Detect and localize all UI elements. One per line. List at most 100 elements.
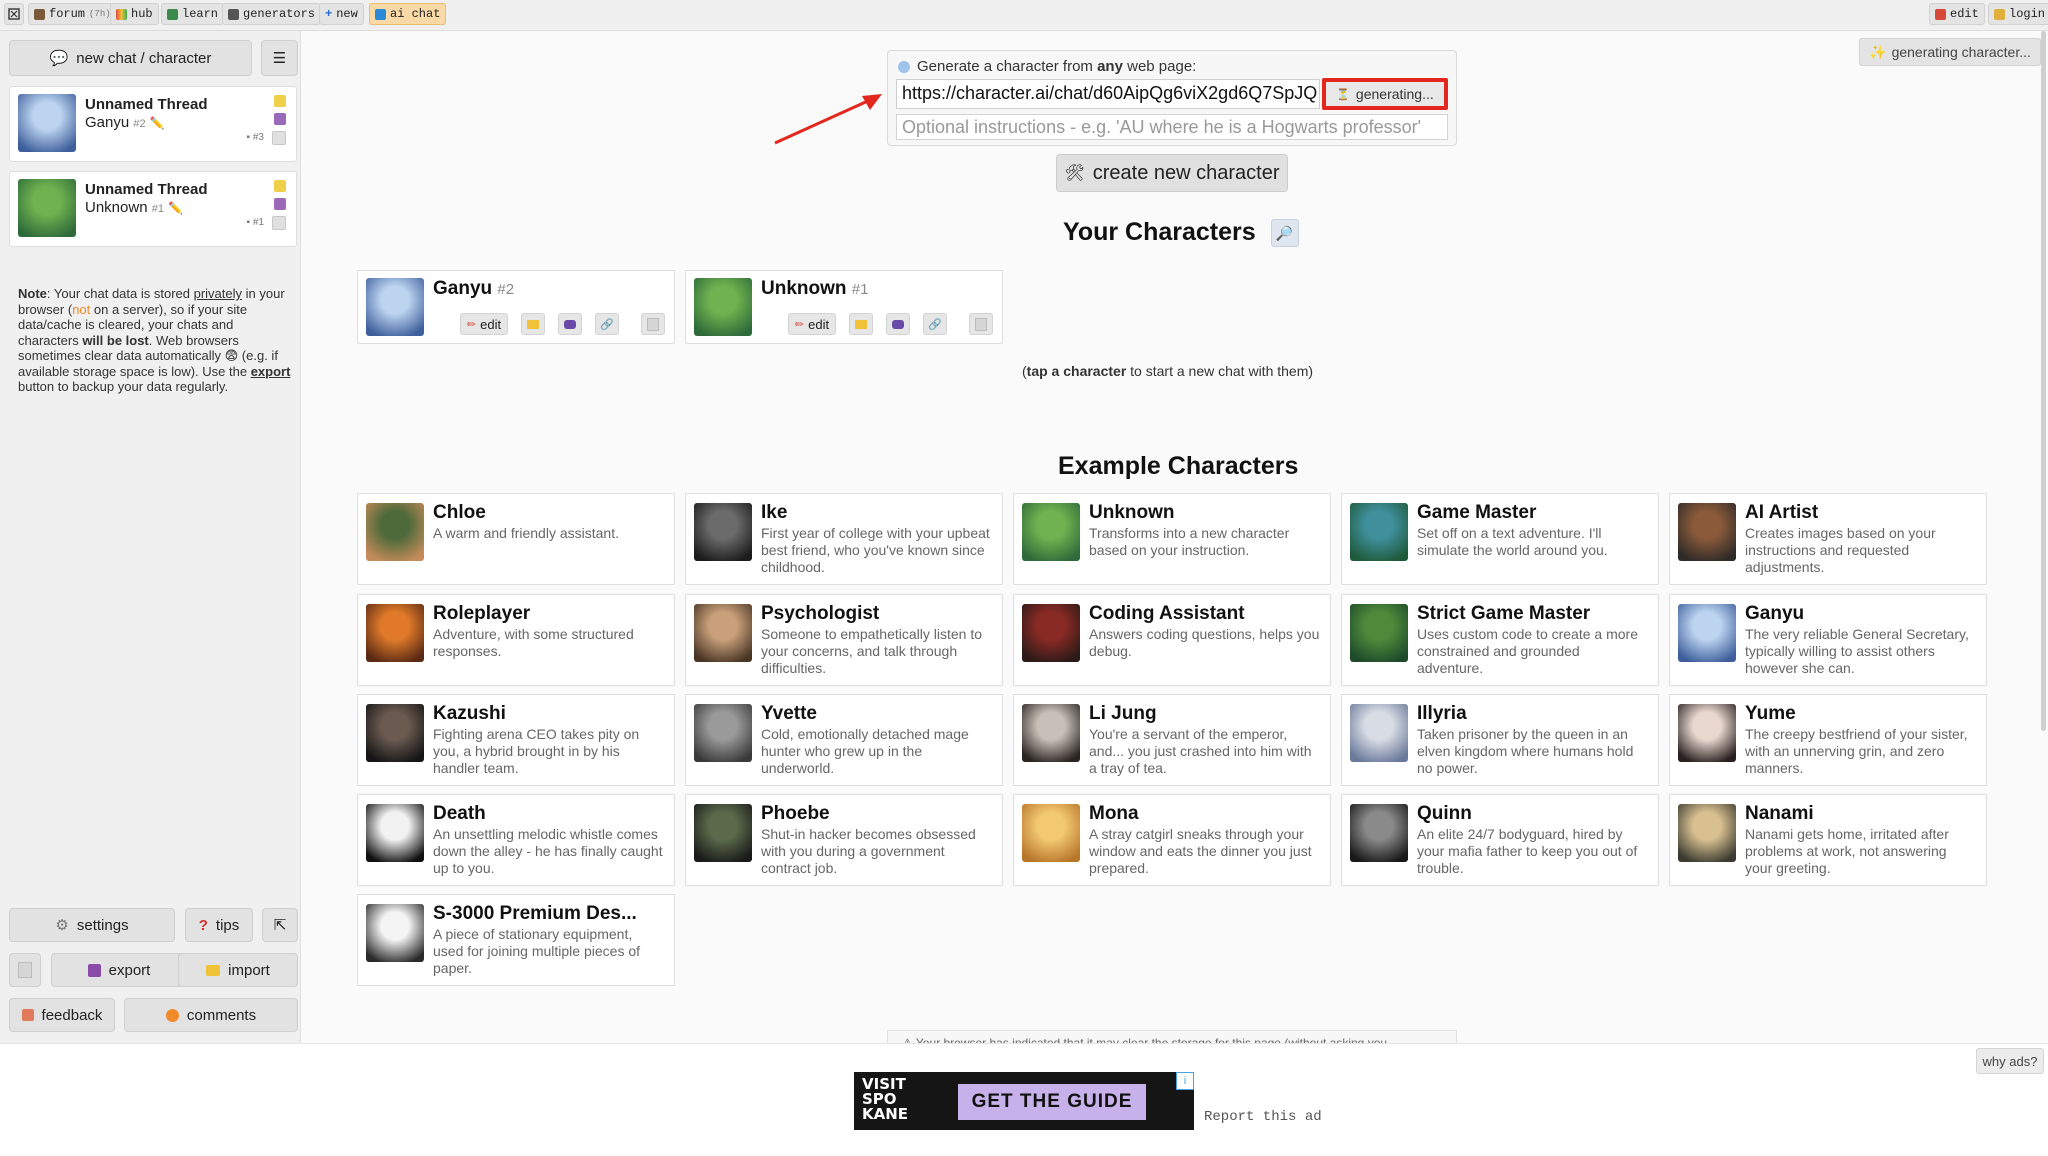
why-ads-button[interactable]: why ads? — [1976, 1048, 2044, 1074]
message-icon: ▪ — [246, 132, 251, 143]
trash-icon — [18, 962, 32, 978]
example-character-card[interactable]: Game Master Set off on a text adventure. … — [1341, 493, 1659, 585]
delete-icon[interactable] — [272, 131, 286, 145]
example-character-card[interactable]: S-3000 Premium Des... A piece of stationa… — [357, 894, 675, 986]
floppy-icon — [87, 963, 101, 977]
example-character-card[interactable]: Kazushi Fighting arena CEO takes pity on … — [357, 694, 675, 786]
example-character-card[interactable]: Death An unsettling melodic whistle comes… — [357, 794, 675, 886]
avatar — [366, 604, 424, 662]
avatar — [1022, 704, 1080, 762]
nav-generators[interactable]: generators — [222, 3, 322, 25]
example-character-card[interactable]: Roleplayer Adventure, with some structure… — [357, 594, 675, 686]
feedback-icon — [21, 1009, 34, 1021]
character-description: A stray catgirl sneaks through your wind… — [1089, 826, 1312, 876]
export-link[interactable]: export — [251, 364, 291, 379]
nav-login[interactable]: login — [1988, 3, 2048, 25]
trash-button[interactable] — [9, 953, 41, 987]
thread-item[interactable]: Unnamed Thread Unknown #1 ✏️ ▪ #1 — [9, 171, 297, 247]
avatar — [366, 503, 424, 561]
nav-ai-chat[interactable]: ai chat — [369, 3, 447, 25]
scrollbar-thumb[interactable] — [2041, 31, 2046, 731]
comments-button[interactable]: comments — [124, 998, 298, 1032]
tips-button[interactable]: ? tips — [185, 908, 253, 942]
save-icon[interactable] — [274, 198, 286, 210]
export-button[interactable]: export — [51, 953, 187, 987]
folder-button[interactable] — [849, 313, 873, 335]
share-button[interactable] — [558, 313, 582, 335]
character-card[interactable]: Unknown #1 ✏ edit 🔗 — [685, 270, 1003, 344]
report-ad-link[interactable]: Report this ad — [1204, 1109, 1322, 1125]
search-icon[interactable]: 🔎 — [1270, 219, 1299, 248]
pencil-icon[interactable]: ✏️ — [168, 201, 183, 215]
example-character-card[interactable]: Strict Game Master Uses custom code to cr… — [1341, 594, 1659, 686]
character-card[interactable]: Ganyu #2 ✏ edit 🔗 — [357, 270, 675, 344]
nav-hub[interactable]: hub — [110, 3, 159, 25]
thread-item[interactable]: Unnamed Thread Ganyu #2 ✏️ ▪ #3 — [9, 86, 297, 162]
ad-cta-button[interactable]: GET THE GUIDE — [958, 1084, 1146, 1120]
delete-icon[interactable] — [272, 216, 286, 230]
avatar — [1350, 804, 1408, 862]
character-name: AI Artist — [1745, 502, 1819, 523]
example-character-card[interactable]: Li Jung You're a servant of the emperor, … — [1013, 694, 1331, 786]
create-new-character-button[interactable]: 🛠 create new character — [1056, 154, 1288, 192]
folder-button[interactable] — [521, 313, 545, 335]
delete-button[interactable] — [969, 313, 993, 335]
new-chat-button[interactable]: 💬 new chat / character — [9, 40, 252, 76]
example-character-card[interactable]: Mona A stray catgirl sneaks through your … — [1013, 794, 1331, 886]
nav-forum[interactable]: forum (7h) — [28, 3, 117, 25]
pencil-icon[interactable]: ✏️ — [150, 116, 165, 130]
character-name: Roleplayer — [433, 603, 531, 624]
folder-icon — [206, 964, 221, 976]
example-character-card[interactable]: Unknown Transforms into a new character b… — [1013, 493, 1331, 585]
share-button[interactable] — [886, 313, 910, 335]
generating-button[interactable]: ⏳ generating... — [1322, 78, 1448, 110]
example-character-card[interactable]: Ike First year of college with your upbea… — [685, 493, 1003, 585]
settings-button[interactable]: ⚙ settings — [9, 908, 175, 942]
edit-button[interactable]: ✏ edit — [460, 313, 508, 335]
storage-warning-banner: ⚠ Your browser has indicated that it may… — [887, 1030, 1457, 1044]
example-character-card[interactable]: Psychologist Someone to empathetically li… — [685, 594, 1003, 686]
delete-button[interactable] — [641, 313, 665, 335]
menu-button[interactable]: ☰ — [261, 40, 298, 76]
nav-edit[interactable]: edit — [1929, 3, 1985, 25]
example-character-card[interactable]: Coding Assistant Answers coding questions… — [1013, 594, 1331, 686]
url-input[interactable]: https://character.ai/chat/d60AipQg6viX2g… — [896, 79, 1320, 109]
character-name: Ganyu #2 — [433, 278, 515, 299]
feedback-button[interactable]: feedback — [9, 998, 115, 1032]
plus-icon: + — [325, 7, 333, 21]
character-description: The very reliable General Secretary, typ… — [1745, 626, 1969, 676]
save-icon[interactable] — [274, 113, 286, 125]
character-name: S-3000 Premium Des... — [433, 903, 637, 924]
speech-bubble-icon: 💬 — [49, 50, 69, 67]
edit-button[interactable]: ✏ edit — [788, 313, 836, 335]
gear-icon: ⚙ — [55, 917, 69, 934]
folder-icon — [855, 319, 867, 329]
rainbow-icon — [116, 8, 127, 20]
import-button[interactable]: import — [178, 953, 298, 987]
scrollbar[interactable] — [2038, 31, 2048, 731]
character-description: A piece of stationary equipment, used fo… — [433, 926, 641, 976]
example-character-card[interactable]: Ganyu The very reliable General Secretary… — [1669, 594, 1987, 686]
link-button[interactable]: 🔗 — [595, 313, 619, 335]
ad-banner[interactable]: VISIT SPO KANE GET THE GUIDE — [854, 1072, 1194, 1130]
example-character-card[interactable]: Nanami Nanami gets home, irritated after … — [1669, 794, 1987, 886]
nav-new[interactable]: + new — [319, 3, 364, 25]
example-character-card[interactable]: Phoebe Shut-in hacker becomes obsessed wi… — [685, 794, 1003, 886]
example-character-card[interactable]: Quinn An elite 24/7 bodyguard, hired by y… — [1341, 794, 1659, 886]
link-button[interactable]: 🔗 — [923, 313, 947, 335]
example-character-card[interactable]: Chloe A warm and friendly assistant. — [357, 493, 675, 585]
collapse-button[interactable]: ⇱ — [262, 908, 298, 942]
character-description: The creepy bestfriend of your sister, wi… — [1745, 726, 1968, 776]
example-character-card[interactable]: Yume The creepy bestfriend of your sister… — [1669, 694, 1987, 786]
pin-icon[interactable] — [274, 95, 286, 107]
pin-icon[interactable] — [274, 180, 286, 192]
instructions-input[interactable]: Optional instructions - e.g. 'AU where h… — [896, 114, 1448, 140]
example-character-card[interactable]: Yvette Cold, emotionally detached mage hu… — [685, 694, 1003, 786]
generating-character-status[interactable]: ✨ generating character... — [1859, 38, 2041, 66]
example-character-card[interactable]: Illyria Taken prisoner by the queen in an… — [1341, 694, 1659, 786]
nav-learn[interactable]: learn — [161, 3, 225, 25]
home-button[interactable] — [4, 3, 24, 25]
ad-info-icon[interactable]: i — [1176, 1072, 1194, 1090]
character-name: Li Jung — [1089, 703, 1157, 724]
example-character-card[interactable]: AI Artist Creates images based on your in… — [1669, 493, 1987, 585]
